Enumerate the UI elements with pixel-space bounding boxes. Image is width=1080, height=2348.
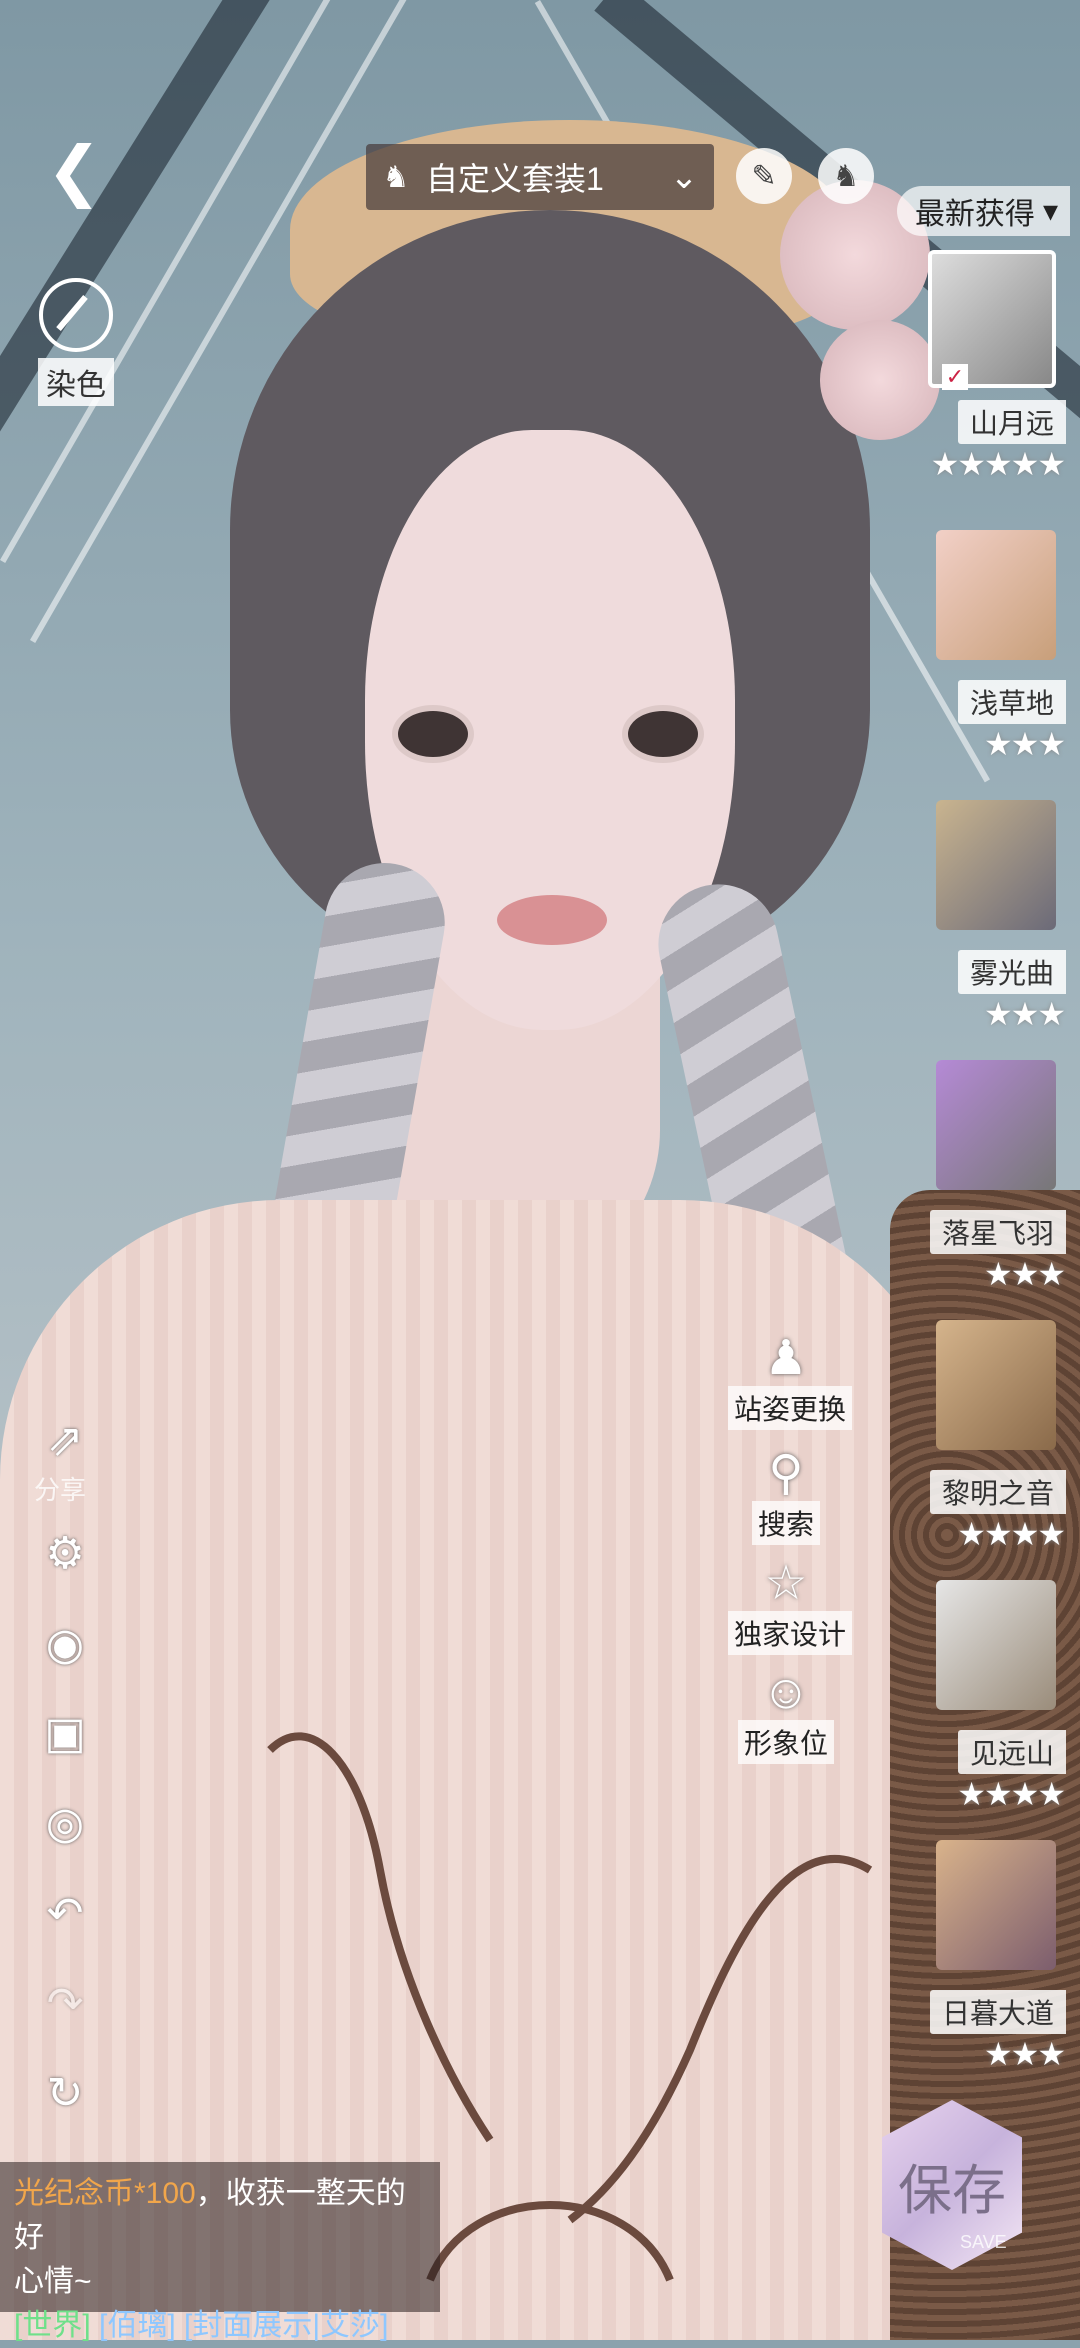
eyeliner-pencil-icon: ✓ <box>928 250 1056 390</box>
cover-link[interactable]: [封面展示|艾莎] <box>184 2309 388 2342</box>
item-name: 黎明之音 <box>929 1470 1066 1514</box>
undo-icon: ↶ <box>46 1889 84 1938</box>
exclusive-label: 独家设计 <box>728 1611 853 1655</box>
item-name: 雾光曲 <box>957 950 1066 994</box>
pose-label: 站姿更换 <box>728 1386 853 1430</box>
eyeliner-icon <box>936 1060 1056 1190</box>
star-rating: ★★★ <box>983 726 1066 762</box>
camera-button[interactable]: ◉ <box>36 1616 94 1674</box>
exclusive-design-button[interactable]: ☆ 独家设计 <box>728 1555 853 1655</box>
reset-button[interactable]: ↻ <box>36 2065 94 2123</box>
chevron-down-icon: ⌄ <box>669 158 699 196</box>
outfit-selector[interactable]: ♞ 自定义套装1 ⌄ <box>366 144 714 210</box>
caret-down-icon: ▾ <box>1042 194 1058 228</box>
person-icon: ♟ <box>764 1332 808 1385</box>
search-label: 搜索 <box>751 1501 820 1545</box>
outfit-name: 自定义套装1 <box>426 161 604 197</box>
back-button[interactable]: ❮ <box>34 130 114 210</box>
back-arrow-icon: ❮ <box>46 132 102 207</box>
item-name: 落星飞羽 <box>929 1210 1066 1254</box>
dye-label: 染色 <box>38 358 114 406</box>
chat-line-2: 心情~ <box>14 2265 92 2298</box>
item-name: 山月远 <box>957 400 1066 444</box>
right-eye <box>622 705 704 763</box>
share-label: 分享 <box>34 1475 87 1505</box>
chat-line-3: [世界] [佰璃] [封面展示|艾莎] <box>14 2304 426 2348</box>
star-rating: ★★★ <box>983 2036 1066 2072</box>
brush-icon: ✎ <box>751 159 777 193</box>
share-icon: ⇗ <box>46 1416 84 1465</box>
chat-user[interactable]: [佰璃] <box>99 2309 176 2342</box>
brow-pencil-icon <box>936 530 1056 660</box>
dress-button[interactable]: ♞ <box>818 148 874 204</box>
outfit-icon: ♞ <box>382 160 410 194</box>
gear-icon: ⚙ <box>45 1529 85 1578</box>
item-card[interactable]: ✓ 山月远 ★★★★★ <box>894 250 1074 510</box>
item-card[interactable]: 落星飞羽 ★★★ <box>894 1060 1074 1320</box>
star-rating: ★★★ <box>983 1256 1066 1292</box>
eyeshadow-palette-icon <box>936 1580 1056 1710</box>
brow-pencil-icon <box>936 1320 1056 1450</box>
item-card[interactable]: 见远山 ★★★★ <box>894 1580 1074 1840</box>
change-pose-button[interactable]: ♟ 站姿更换 <box>728 1330 853 1430</box>
search-icon: ⚲ <box>768 1447 804 1500</box>
sort-label: 最新获得 <box>914 198 1035 231</box>
gallery-button[interactable]: ▣ <box>36 1705 94 1763</box>
item-name: 浅草地 <box>957 680 1066 724</box>
dye-button[interactable]: 染色 <box>26 278 126 406</box>
eyeshadow-palette-icon <box>936 800 1056 930</box>
dress-icon: ♞ <box>832 159 860 193</box>
redo-icon: ↷ <box>46 1979 84 2028</box>
item-card[interactable]: 浅草地 ★★★ <box>894 530 1074 790</box>
image-icon: ▣ <box>44 1709 86 1758</box>
eyeshadow-palette-icon <box>936 1840 1056 1970</box>
coin-text: 光纪念币*100 <box>14 2177 196 2210</box>
lips <box>497 895 607 945</box>
chat-channel: [世界] <box>14 2309 91 2342</box>
eye-icon: ◎ <box>45 1799 85 1848</box>
portrait-icon: ☺ <box>761 1666 811 1719</box>
hide-ui-button[interactable]: ◎ <box>36 1795 94 1853</box>
reset-icon: ↻ <box>46 2069 84 2118</box>
item-card[interactable]: 雾光曲 ★★★ <box>894 800 1074 1060</box>
sort-dropdown[interactable]: 最新获得 ▾ <box>896 186 1070 236</box>
item-card[interactable]: 日暮大道 ★★★ <box>894 1840 1074 2100</box>
dye-palette-icon <box>39 278 113 352</box>
edit-brush-button[interactable]: ✎ <box>736 148 792 204</box>
search-button[interactable]: ⚲ 搜索 <box>728 1445 844 1545</box>
chat-line-1: 光纪念币*100，收获一整天的好 <box>14 2172 426 2260</box>
save-sub-label: SAVE <box>960 2232 1007 2252</box>
item-card[interactable]: 黎明之音 ★★★★ <box>894 1320 1074 1580</box>
camera-icon: ◉ <box>45 1620 85 1669</box>
star-icon: ☆ <box>764 1557 808 1610</box>
chat-box[interactable]: 光纪念币*100，收获一整天的好 心情~ [世界] [佰璃] [封面展示|艾莎] <box>0 2162 440 2342</box>
star-rating: ★★★★ <box>957 1516 1066 1552</box>
share-button[interactable]: ⇗ <box>36 1412 94 1470</box>
star-rating: ★★★ <box>983 996 1066 1032</box>
redo-button[interactable]: ↷ <box>36 1975 94 2033</box>
star-rating: ★★★★★ <box>930 446 1066 482</box>
check-icon: ✓ <box>942 364 968 390</box>
save-label: 保存 <box>898 2158 1006 2222</box>
settings-button[interactable]: ⚙ <box>36 1525 94 1583</box>
item-name: 见远山 <box>957 1730 1066 1774</box>
star-rating: ★★★★ <box>957 1776 1066 1812</box>
item-name: 日暮大道 <box>929 1990 1066 2034</box>
image-slot-button[interactable]: ☺ 形象位 <box>728 1665 844 1764</box>
undo-button[interactable]: ↶ <box>36 1885 94 1943</box>
image-slot-label: 形象位 <box>737 1720 834 1764</box>
left-eye <box>392 705 474 763</box>
